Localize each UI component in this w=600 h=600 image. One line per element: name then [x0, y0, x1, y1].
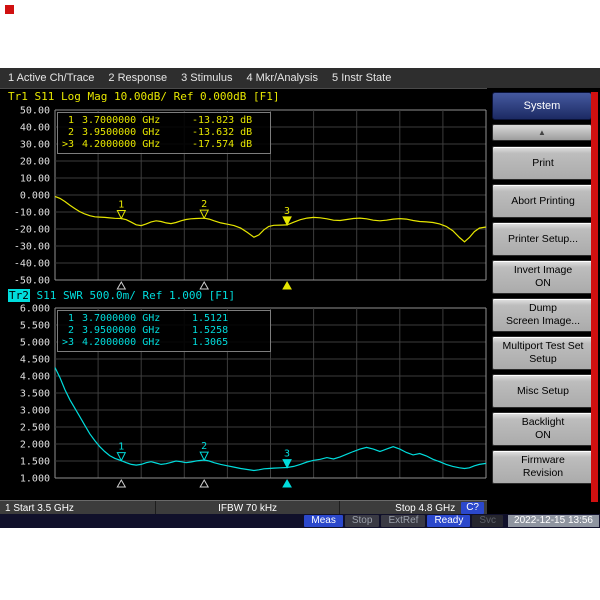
menu-item-4[interactable]: 4 Mkr/Analysis: [246, 72, 318, 84]
menu-item-5[interactable]: 5 Instr State: [332, 72, 391, 84]
softkey-backlight-on[interactable]: BacklightON: [492, 412, 594, 446]
red-edge-strip: [591, 92, 598, 502]
svg-text:1.500: 1.500: [20, 457, 50, 468]
marker-row: 2 3.9500000 GHz 1.5258: [62, 325, 266, 337]
svg-text:1: 1: [118, 442, 124, 453]
svg-text:-30.00: -30.00: [14, 242, 50, 253]
svg-text:2: 2: [201, 441, 207, 452]
vna-screen: 1 Active Ch/Trace 2 Response 3 Stimulus 4 M…: [0, 68, 600, 528]
trace1-label: Tr1: [8, 90, 28, 103]
start-frequency: 1 Start 3.5 GHz: [0, 501, 156, 515]
softkey-abort-printing[interactable]: Abort Printing: [492, 184, 594, 218]
marker-table-trace2: 1 3.7000000 GHz 1.5121 2 3.9500000 GHz 1…: [57, 310, 271, 352]
svg-text:1.000: 1.000: [20, 474, 50, 485]
svg-text:2.500: 2.500: [20, 423, 50, 434]
svg-text:20.00: 20.00: [20, 157, 50, 168]
marker-row: 1 3.7000000 GHz -13.823 dB: [62, 115, 266, 127]
status-indicator-meas: Meas: [304, 515, 342, 527]
svg-text:4.500: 4.500: [20, 355, 50, 366]
softkey-invert-image-on[interactable]: Invert ImageON: [492, 260, 594, 294]
page: { "menu": {"items": ["1 Active Ch/Trace"…: [0, 0, 600, 600]
trace2-header: Tr2 S11 SWR 500.0m/ Ref 1.000 [F1]: [8, 289, 235, 302]
svg-text:40.00: 40.00: [20, 123, 50, 134]
stop-frequency: Stop 4.8 GHz: [340, 501, 461, 515]
datetime: 2022-12-15 13:56: [508, 515, 599, 527]
svg-text:-10.00: -10.00: [14, 208, 50, 219]
svg-text:2.000: 2.000: [20, 440, 50, 451]
softkey-printer-setup[interactable]: Printer Setup...: [492, 222, 594, 256]
svg-text:50.00: 50.00: [20, 106, 50, 117]
svg-text:-50.00: -50.00: [14, 276, 50, 287]
marker-row: >3 4.2000000 GHz 1.3065: [62, 337, 266, 349]
trace2-header-text: S11 SWR 500.0m/ Ref 1.000 [F1]: [30, 289, 235, 302]
up-arrow-icon: ▲: [538, 128, 546, 137]
softkey-sidebar: System ▲ Print Abort Printing Printer Setu…: [487, 88, 600, 514]
svg-text:-40.00: -40.00: [14, 259, 50, 270]
svg-text:2: 2: [201, 199, 207, 210]
menu-item-2[interactable]: 2 Response: [108, 72, 167, 84]
menu-bar: 1 Active Ch/Trace 2 Response 3 Stimulus 4 M…: [0, 68, 600, 89]
menu-item-1[interactable]: 1 Active Ch/Trace: [8, 72, 94, 84]
svg-text:-20.00: -20.00: [14, 225, 50, 236]
svg-text:0.000: 0.000: [20, 191, 50, 202]
trace1-header: Tr1 S11 Log Mag 10.00dB/ Ref 0.000dB [F1…: [8, 90, 280, 103]
menu-item-3[interactable]: 3 Stimulus: [181, 72, 232, 84]
svg-text:3: 3: [284, 449, 290, 460]
system-menu-title[interactable]: System: [492, 92, 592, 120]
svg-text:4.000: 4.000: [20, 372, 50, 383]
softkey-multiport-test-set-setup[interactable]: Multiport Test SetSetup: [492, 336, 594, 370]
svg-text:3.500: 3.500: [20, 389, 50, 400]
red-corner-mark: [5, 5, 14, 14]
svg-text:3: 3: [284, 206, 290, 217]
marker-row: >3 4.2000000 GHz -17.574 dB: [62, 139, 266, 151]
status-indicator-svc: Svc: [472, 515, 503, 527]
channel-status-bar: 1 Start 3.5 GHz IFBW 70 kHz Stop 4.8 GHz…: [0, 500, 487, 515]
softkey-dump-screen-image[interactable]: DumpScreen Image...: [492, 298, 594, 332]
svg-text:30.00: 30.00: [20, 140, 50, 151]
svg-text:1: 1: [118, 199, 124, 210]
softkey-list: Print Abort Printing Printer Setup... Inver…: [492, 146, 592, 488]
svg-text:5.500: 5.500: [20, 321, 50, 332]
cal-status-badge: C?: [461, 502, 484, 514]
scroll-up-button[interactable]: ▲: [492, 124, 592, 141]
status-indicator-stop: Stop: [345, 515, 380, 527]
trace2-label: Tr2: [8, 289, 30, 302]
svg-text:3.000: 3.000: [20, 406, 50, 417]
marker-row: 1 3.7000000 GHz 1.5121: [62, 313, 266, 325]
ifbw-readout: IFBW 70 kHz: [156, 501, 340, 515]
instrument-status-bar: MeasStopExtRefReadySvc 2022-12-15 13:56: [0, 514, 600, 528]
svg-text:6.000: 6.000: [20, 304, 50, 315]
svg-text:10.00: 10.00: [20, 174, 50, 185]
softkey-firmware-revision[interactable]: FirmwareRevision: [492, 450, 594, 484]
svg-text:5.000: 5.000: [20, 338, 50, 349]
status-indicator-ready: Ready: [427, 515, 470, 527]
instrument-status-items: MeasStopExtRefReadySvc: [304, 515, 505, 527]
trace1-header-text: S11 Log Mag 10.00dB/ Ref 0.000dB [F1]: [28, 90, 280, 103]
marker-row: 2 3.9500000 GHz -13.632 dB: [62, 127, 266, 139]
marker-table-trace1: 1 3.7000000 GHz -13.823 dB 2 3.9500000 G…: [57, 112, 271, 154]
status-indicator-extref: ExtRef: [381, 515, 425, 527]
softkey-print[interactable]: Print: [492, 146, 594, 180]
softkey-misc-setup[interactable]: Misc Setup: [492, 374, 594, 408]
